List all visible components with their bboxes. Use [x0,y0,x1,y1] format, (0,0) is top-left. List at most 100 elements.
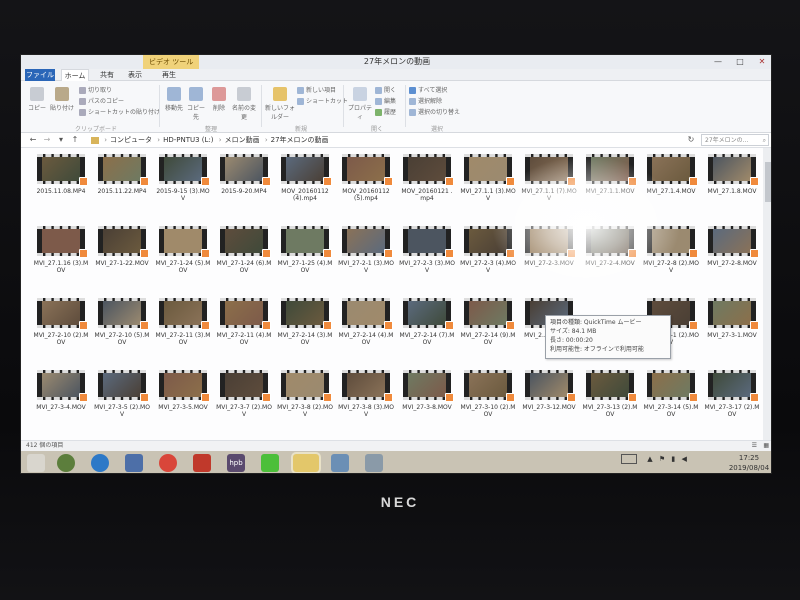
file-item[interactable]: MVI_27-2-14 (3).MOV [275,298,335,346]
app-icon[interactable] [125,454,143,472]
tab-view[interactable]: 表示 [123,69,147,81]
app-icon[interactable] [331,454,349,472]
cut-button[interactable]: 切り取り [79,85,112,94]
file-item[interactable]: MVI_27.1.4.MOV [641,154,701,195]
file-item[interactable]: MVI_27-3-13 (2).MOV [580,370,640,418]
file-item[interactable]: MVI_27-2-3 (3).MOV [397,226,457,274]
copy-path-button[interactable]: パスのコピー [79,96,124,105]
tab-play[interactable]: 再生 [157,69,181,81]
file-item[interactable]: MVI_27-1-25 (4).MOV [275,226,335,274]
hpb-icon[interactable]: hpb [227,454,245,472]
file-item[interactable]: MVI_27-3-5.MOV [153,370,213,411]
paste-button[interactable]: 貼り付け [49,87,75,112]
new-item-button[interactable]: 新しい項目 [297,85,336,94]
large-icons-view-icon[interactable]: ▦ [763,441,769,451]
file-item[interactable]: MVI_27-3-10 (2).MOV [458,370,518,418]
tab-share[interactable]: 共有 [95,69,119,81]
file-item[interactable]: MVI_27-2-11 (3).MOV [153,298,213,346]
edit-button[interactable]: 編集 [375,96,396,105]
file-item[interactable]: MVI_27-2-14 (7).MOV [397,298,457,346]
back-button[interactable]: ← [27,134,39,146]
file-item[interactable]: MVI_27.1.1.MOV [580,154,640,195]
details-view-icon[interactable]: ☰ [752,441,757,451]
flag-icon[interactable]: ⚑ [659,455,665,463]
file-item[interactable]: MVI_27-3-12.MOV [519,370,579,411]
forward-button[interactable]: → [41,134,53,146]
file-item[interactable]: 2015.11.08.MP4 [31,154,91,195]
file-item[interactable]: MVI_27-3-5 (2).MOV [92,370,152,418]
recent-locations-button[interactable]: ▾ [55,134,67,146]
file-item[interactable]: MVI_27.1.1 (7).MOV [519,154,579,202]
start-icon[interactable] [27,454,45,472]
file-item[interactable]: MVI_27.1.8.MOV [702,154,762,195]
app-icon[interactable] [261,454,279,472]
up-button[interactable]: ↑ [69,134,81,146]
delete-button[interactable]: 削除 [209,87,229,112]
crumb-melon-videos[interactable]: メロン動画 [225,136,260,144]
clock[interactable]: 17:25 2019/08/04 [727,453,771,473]
file-item[interactable]: MVI_27.1.1 (3).MOV [458,154,518,202]
crumb-drive[interactable]: HD-PNTU3 (L:) [163,136,213,144]
tab-home[interactable]: ホーム [61,69,89,81]
select-none-button[interactable]: 選択解除 [409,96,442,105]
file-item[interactable]: MVI_27-3-17 (2).MOV [702,370,762,418]
file-item[interactable]: MVI_27-2-3.MOV [519,226,579,267]
file-item[interactable]: MVI_27-2-14 (9).MOV [458,298,518,346]
history-button[interactable]: 履歴 [375,107,396,116]
maximize-button[interactable]: □ [729,55,751,69]
close-button[interactable]: ✕ [751,55,771,69]
file-item[interactable]: 2015.11.22.MP4 [92,154,152,195]
file-item[interactable]: MVI_27-1-24 (6).MOV [214,226,274,274]
open-button[interactable]: 開く [375,85,396,94]
vertical-scrollbar[interactable] [763,148,771,440]
network-icon[interactable]: ▮ [671,455,675,463]
file-item[interactable]: MVI_27-2-1 (3).MOV [336,226,396,274]
file-item[interactable]: MVI_27-3-7 (2).MOV [214,370,274,418]
properties-button[interactable]: プロパティ [347,87,373,121]
file-item[interactable]: MVI_27-2-4.MOV [580,226,640,267]
file-item[interactable]: MVI_27-3-14 (5).MOV [641,370,701,418]
refresh-button[interactable]: ↻ [685,134,697,146]
file-item[interactable]: 2015-9-15 (3).MOV [153,154,213,202]
file-explorer-icon[interactable] [291,452,321,473]
file-item[interactable]: MVI_27-2-11 (4).MOV [214,298,274,346]
tray-arrow-icon[interactable]: ▲ [647,455,652,463]
paste-shortcut-button[interactable]: ショートカットの貼り付け [79,107,160,116]
crumb-current-folder[interactable]: 27年メロンの動画 [271,136,329,144]
file-item[interactable]: MOV_20160112 (5).mp4 [336,154,396,202]
app-icon[interactable] [57,454,75,472]
new-folder-button[interactable]: 新しいフォルダー [265,87,295,121]
invert-selection-button[interactable]: 選択の切り替え [409,107,460,116]
scroll-thumb[interactable] [765,162,771,202]
file-item[interactable]: MVI_27.1.16 (3).MOV [31,226,91,274]
file-item[interactable]: MVI_27-3-4.MOV [31,370,91,411]
file-item[interactable]: MVI_27-2-3 (4).MOV [458,226,518,274]
file-item[interactable]: MVI_27-2-8.MOV [702,226,762,267]
file-item[interactable]: MVI_27-3-8 (2).MOV [275,370,335,418]
file-item[interactable]: MVI_27-3-1.MOV [702,298,762,339]
tab-file[interactable]: ファイル [25,69,55,81]
keyboard-icon[interactable] [621,454,637,464]
file-item[interactable]: 2015-9-20.MP4 [214,154,274,195]
minimize-button[interactable]: — [707,55,729,69]
select-all-button[interactable]: すべて選択 [409,85,447,94]
new-shortcut-button[interactable]: ショートカット [297,96,348,105]
file-item[interactable]: MVI_27-1-24 (5).MOV [153,226,213,274]
file-item[interactable]: MOV_20160112 (4).mp4 [275,154,335,202]
file-item[interactable]: MVI_27-2-10 (5).MOV [92,298,152,346]
copy-to-button[interactable]: コピー先 [185,87,207,121]
app-icon[interactable] [365,454,383,472]
context-tab-label[interactable]: ビデオ ツール [143,55,200,69]
file-item[interactable]: MVI_27-2-10 (2).MOV [31,298,91,346]
app-icon[interactable] [193,454,211,472]
file-item[interactable]: MVI_27-2-8 (2).MOV [641,226,701,274]
file-item[interactable]: MVI_27-3-8.MOV [397,370,457,411]
volume-icon[interactable]: ◀ [681,455,686,463]
file-item[interactable]: MOV_20160121 .mp4 [397,154,457,202]
crumb-computer[interactable]: コンピュータ [110,136,152,144]
internet-explorer-icon[interactable] [91,454,109,472]
rename-button[interactable]: 名前の変更 [231,87,257,121]
file-item[interactable]: MVI_27-1-22.MOV [92,226,152,267]
file-item[interactable]: MVI_27-2-14 (4).MOV [336,298,396,346]
copy-button[interactable]: コピー [27,87,47,112]
